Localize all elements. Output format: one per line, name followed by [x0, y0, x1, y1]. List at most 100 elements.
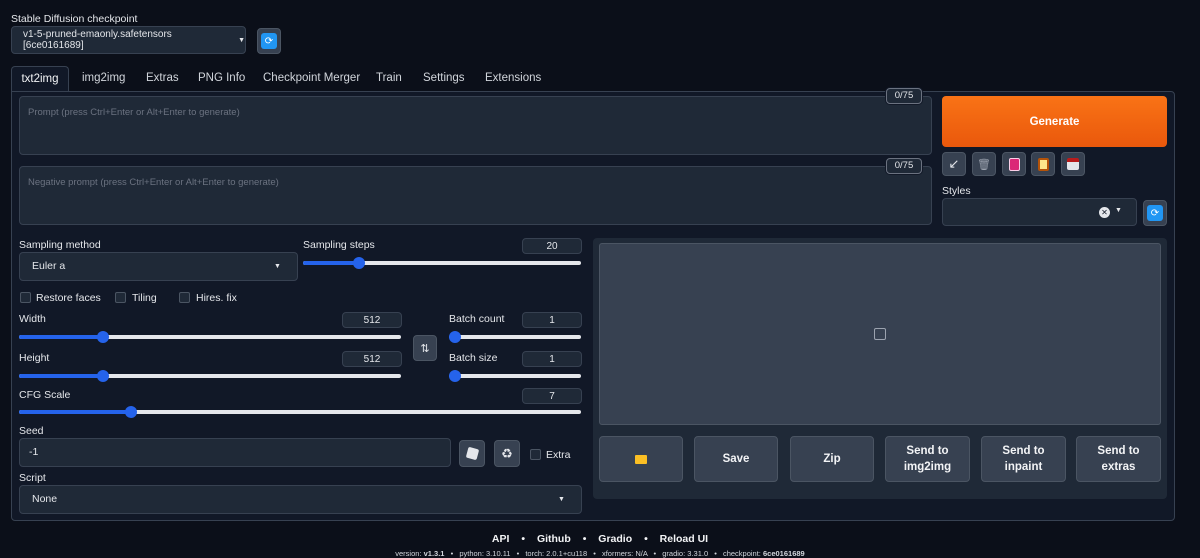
send-to-inpaint-button[interactable]: Send to inpaint — [981, 436, 1066, 482]
height-slider[interactable] — [19, 370, 401, 382]
footer-versions: version: v1.3.1 • python: 3.10.11 • torc… — [395, 549, 805, 558]
tab-png-info[interactable]: PNG Info — [198, 66, 245, 90]
checkpoint-label: Stable Diffusion checkpoint — [11, 13, 138, 25]
reuse-seed-button[interactable]: ♻ — [494, 440, 520, 467]
swap-dimensions-button[interactable]: ⇅ — [413, 335, 437, 361]
send-to-extras-button[interactable]: Send to extras — [1076, 436, 1161, 482]
batch-count-slider[interactable] — [449, 331, 581, 343]
chevron-down-icon: ▼ — [238, 36, 245, 44]
script-value: None — [32, 493, 58, 505]
script-dropdown[interactable]: None ▼ — [19, 485, 582, 514]
prompt-token-counter: 0/75 — [886, 88, 922, 104]
clear-prompt-button[interactable]: 🗑 — [972, 152, 996, 176]
tiling-label: Tiling — [132, 292, 157, 304]
footer-link-api[interactable]: API — [492, 533, 510, 545]
hires-fix-label: Hires. fix — [196, 292, 237, 304]
sampling-steps-slider[interactable] — [303, 257, 581, 269]
sampling-method-label: Sampling method — [19, 239, 101, 251]
refresh-checkpoint-button[interactable]: ⟳ — [257, 28, 281, 54]
seed-label: Seed — [19, 425, 44, 437]
image-placeholder-icon — [874, 328, 886, 340]
zip-button[interactable]: Zip — [790, 436, 874, 482]
floppy-disk-icon — [1067, 158, 1079, 170]
sampling-steps-input[interactable]: 20 — [522, 238, 582, 254]
refresh-icon: ⟳ — [261, 33, 277, 49]
chevron-down-icon: ▼ — [558, 496, 565, 503]
batch-size-input[interactable]: 1 — [522, 351, 582, 367]
width-label: Width — [19, 313, 46, 325]
batch-size-slider[interactable] — [449, 370, 581, 382]
negative-prompt-token-counter: 0/75 — [886, 158, 922, 174]
slider-handle[interactable] — [449, 331, 461, 343]
seed-value: -1 — [29, 446, 39, 458]
styles-dropdown[interactable]: ✕ ▼ — [942, 198, 1137, 226]
random-seed-button[interactable] — [459, 440, 485, 467]
prompt-placeholder: Prompt (press Ctrl+Enter or Alt+Enter to… — [28, 107, 240, 118]
extra-networks-button[interactable] — [1002, 152, 1026, 176]
tab-settings[interactable]: Settings — [423, 66, 465, 90]
dice-icon — [465, 446, 479, 461]
tab-extensions[interactable]: Extensions — [485, 66, 541, 90]
tab-extras[interactable]: Extras — [146, 66, 179, 90]
sampling-steps-label: Sampling steps — [303, 239, 375, 251]
tab-img2img[interactable]: img2img — [82, 66, 125, 90]
cfg-scale-label: CFG Scale — [19, 389, 71, 401]
styles-label: Styles — [942, 185, 971, 197]
height-label: Height — [19, 352, 50, 364]
footer-links: API • Github • Gradio • Reload UI — [491, 533, 709, 545]
apply-style-button[interactable] — [1031, 152, 1055, 176]
chevron-down-icon: ▼ — [1115, 207, 1122, 214]
recycle-icon: ♻ — [501, 445, 513, 461]
sampling-method-dropdown[interactable]: Euler a ▼ — [19, 252, 298, 281]
sampling-method-value: Euler a — [32, 260, 66, 272]
refresh-icon: ⟳ — [1147, 205, 1163, 221]
save-style-button[interactable] — [1061, 152, 1085, 176]
tiling-checkbox[interactable] — [115, 292, 126, 303]
slider-handle[interactable] — [449, 370, 461, 382]
slider-handle[interactable] — [97, 370, 110, 382]
restore-faces-label: Restore faces — [36, 292, 101, 304]
cfg-scale-slider[interactable] — [19, 406, 581, 418]
height-input[interactable]: 512 — [342, 351, 402, 367]
tab-train[interactable]: Train — [376, 66, 402, 90]
open-folder-button[interactable] — [599, 436, 683, 482]
read-params-button[interactable]: ↙ — [942, 152, 966, 176]
checkpoint-value: v1-5-pruned-emaonly.safetensors [6ce0161… — [23, 29, 172, 51]
footer-link-gradio[interactable]: Gradio — [598, 533, 632, 545]
extra-seed-label: Extra — [546, 449, 571, 461]
negative-prompt-input[interactable]: Negative prompt (press Ctrl+Enter or Alt… — [19, 166, 932, 225]
batch-count-input[interactable]: 1 — [522, 312, 582, 328]
restore-faces-checkbox[interactable] — [20, 292, 31, 303]
send-to-img2img-button[interactable]: Send to img2img — [885, 436, 970, 482]
generate-button[interactable]: Generate — [942, 96, 1167, 147]
width-input[interactable]: 512 — [342, 312, 402, 328]
arrow-icon: ↙ — [948, 156, 960, 171]
clear-icon[interactable]: ✕ — [1099, 207, 1110, 218]
refresh-styles-button[interactable]: ⟳ — [1143, 200, 1167, 226]
seed-input[interactable]: -1 — [19, 438, 451, 467]
footer-link-github[interactable]: Github — [537, 533, 571, 545]
checkpoint-dropdown[interactable]: v1-5-pruned-emaonly.safetensors [6ce0161… — [11, 26, 246, 54]
clipboard-icon — [1037, 157, 1049, 171]
negative-prompt-placeholder: Negative prompt (press Ctrl+Enter or Alt… — [28, 177, 279, 188]
footer-link-reload-ui[interactable]: Reload UI — [660, 533, 708, 545]
chevron-down-icon: ▼ — [274, 263, 281, 270]
folder-icon — [635, 454, 647, 464]
width-slider[interactable] — [19, 331, 401, 343]
batch-count-label: Batch count — [449, 313, 505, 325]
save-button[interactable]: Save — [694, 436, 778, 482]
extra-networks-icon — [1008, 157, 1020, 171]
hires-fix-checkbox[interactable] — [179, 292, 190, 303]
slider-handle[interactable] — [97, 331, 110, 343]
tab-checkpoint-merger[interactable]: Checkpoint Merger — [263, 66, 360, 90]
script-label: Script — [19, 472, 46, 484]
slider-handle[interactable] — [352, 257, 365, 269]
trash-icon: 🗑 — [977, 158, 991, 171]
prompt-input[interactable]: Prompt (press Ctrl+Enter or Alt+Enter to… — [19, 96, 932, 155]
cfg-scale-input[interactable]: 7 — [522, 388, 582, 404]
extra-seed-checkbox[interactable] — [530, 449, 541, 460]
tab-txt2img[interactable]: txt2img — [11, 66, 69, 92]
batch-size-label: Batch size — [449, 352, 498, 364]
swap-icon: ⇅ — [420, 342, 430, 355]
image-gallery[interactable] — [599, 243, 1161, 425]
